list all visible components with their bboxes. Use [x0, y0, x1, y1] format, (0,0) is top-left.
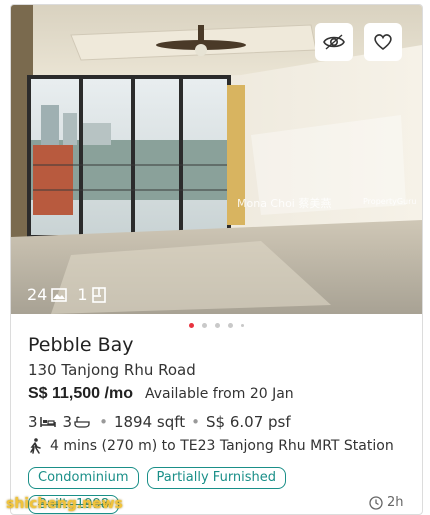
media-counts: 24 1: [27, 285, 106, 304]
clock-icon: [369, 495, 383, 510]
availability: Available from 20 Jan: [144, 386, 294, 402]
carousel-dot[interactable]: [189, 323, 194, 328]
walking-icon: [30, 438, 41, 454]
listing-photo[interactable]: Mona Choi 蔡美燕 PropertyGuru 24 1: [11, 5, 422, 314]
eye-icon: [323, 34, 345, 50]
tag-furnishing: Partially Furnished: [146, 467, 287, 489]
hide-listing-button[interactable]: [315, 23, 353, 61]
bed-count: 3: [28, 413, 38, 431]
mrt-text: 4 mins (270 m) to TE23 Tanjong Rhu MRT S…: [50, 438, 394, 454]
separator-dot: •: [99, 413, 108, 431]
listing-price: S$ 11,500 /mo: [28, 385, 133, 402]
carousel-dot[interactable]: [215, 323, 220, 328]
posted-time: 2h: [369, 495, 404, 510]
room-photo-illustration: [11, 5, 422, 314]
brand-watermark: PropertyGuru: [363, 197, 417, 206]
save-listing-button[interactable]: [364, 23, 402, 61]
listing-address: 130 Tanjong Rhu Road: [28, 361, 196, 379]
floorplan-count: 1: [77, 285, 88, 304]
price-per-sqft: S$ 6.07 psf: [206, 413, 291, 431]
bed-icon: [39, 417, 56, 427]
floorplan-icon: [91, 286, 106, 303]
posted-time-text: 2h: [387, 495, 404, 510]
listing-specs: 3 3 • 1894 sqft • S$ 6.07 psf: [28, 413, 291, 431]
bath-icon: [74, 416, 90, 428]
bath-count: 3: [62, 413, 73, 431]
listing-card[interactable]: Mona Choi 蔡美燕 PropertyGuru 24 1 Pebble B…: [10, 4, 423, 515]
image-icon: [51, 287, 68, 302]
separator-dot: •: [191, 413, 200, 431]
photo-count: 24: [27, 285, 48, 304]
carousel-dot[interactable]: [241, 324, 244, 327]
heart-icon: [374, 34, 392, 51]
tag-property-type: Condominium: [28, 467, 139, 489]
carousel-indicator[interactable]: [11, 323, 422, 328]
floor-area: 1894 sqft: [113, 413, 186, 431]
mrt-info: 4 mins (270 m) to TE23 Tanjong Rhu MRT S…: [28, 438, 394, 454]
agent-watermark: Mona Choi 蔡美燕: [237, 197, 332, 210]
price-row: S$ 11,500 /mo Available from 20 Jan: [28, 385, 294, 403]
listing-title[interactable]: Pebble Bay: [28, 334, 134, 356]
site-watermark: shicheng.news: [6, 496, 123, 512]
carousel-dot[interactable]: [202, 323, 207, 328]
carousel-dot[interactable]: [228, 323, 233, 328]
listing-tags: Condominium Partially Furnished: [28, 467, 287, 489]
